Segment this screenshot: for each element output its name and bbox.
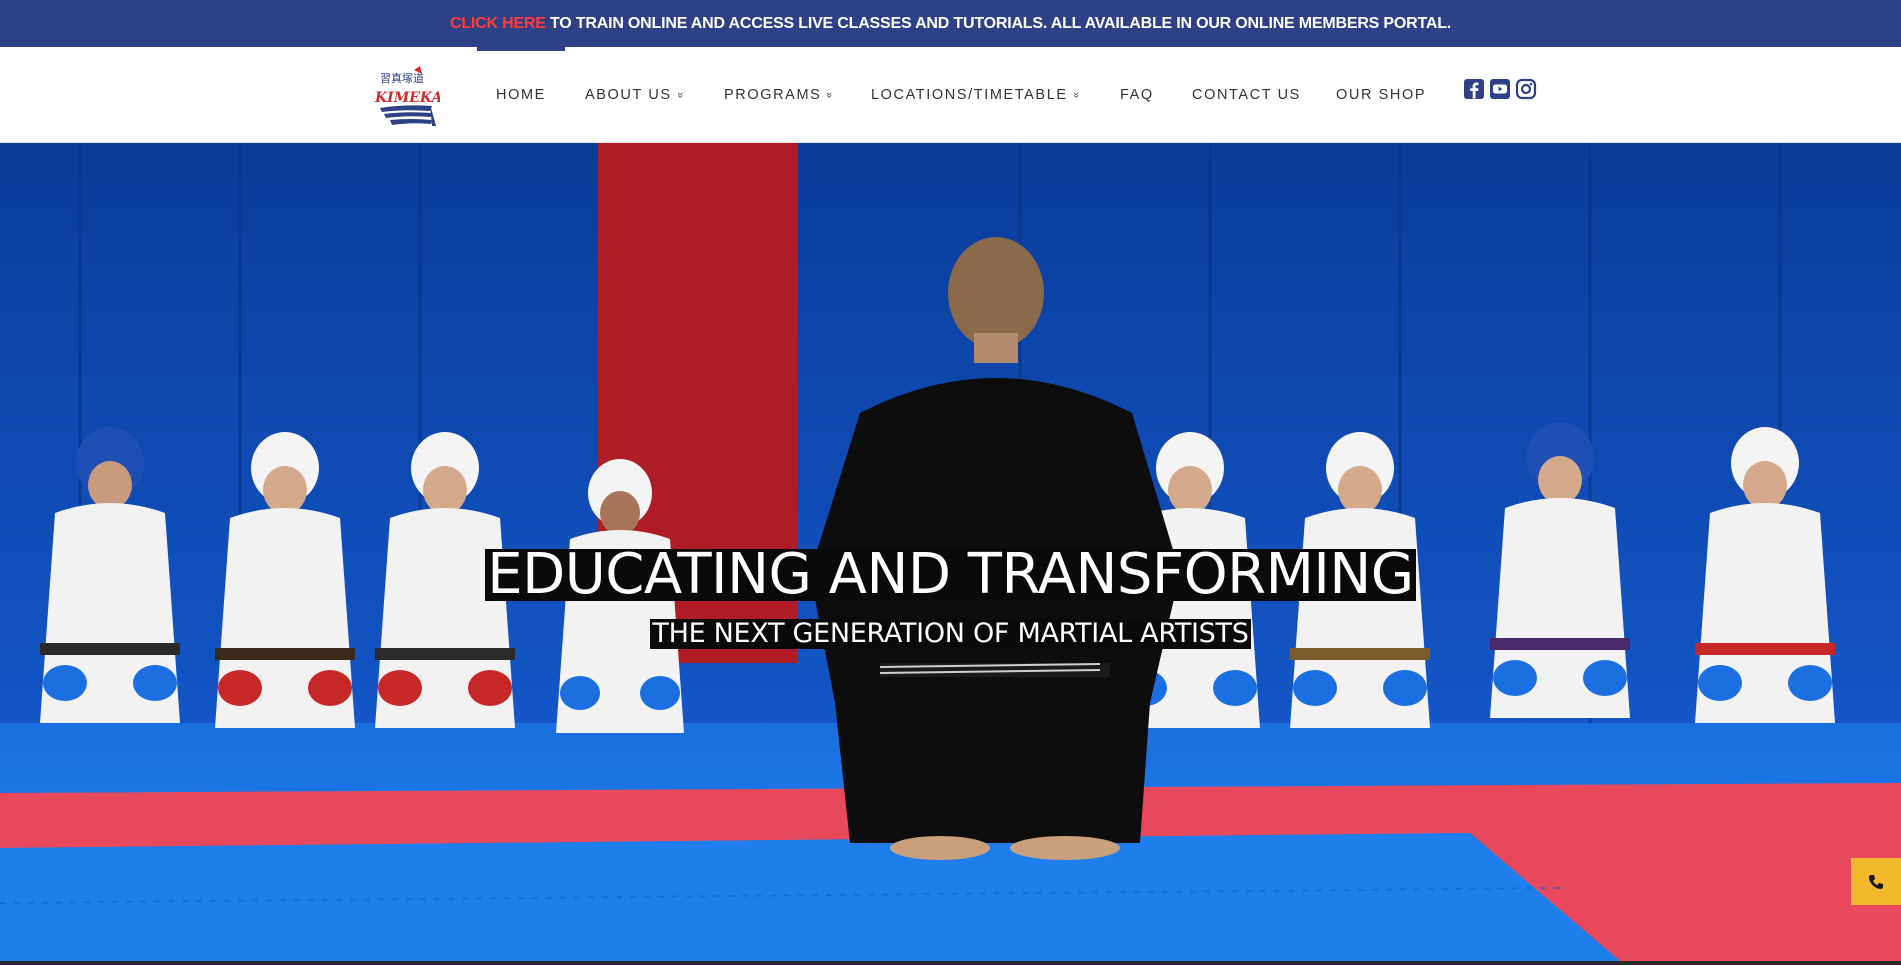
nav-item-label: CONTACT US [1192, 87, 1301, 103]
instagram-icon[interactable] [1515, 78, 1537, 100]
nav-menu: HOME ABOUT US » PROGRAMS » LOCATIONS/TIM… [0, 47, 1901, 143]
nav-item-about-us[interactable]: ABOUT US » [585, 47, 686, 143]
nav-item-faq[interactable]: FAQ [1120, 47, 1154, 143]
hero-title-container: EDUCATING AND TRANSFORMING [0, 542, 1901, 607]
facebook-icon[interactable] [1463, 78, 1485, 100]
main-navbar: 習真塚道 KIMEKAI HOME ABOUT US » PROGRAMS » … [0, 47, 1901, 143]
nav-item-label: OUR SHOP [1336, 87, 1427, 103]
hero-title: EDUCATING AND TRANSFORMING [485, 542, 1416, 607]
youtube-icon[interactable] [1489, 78, 1511, 100]
call-button[interactable] [1851, 858, 1901, 905]
phone-icon [1869, 874, 1883, 889]
chevron-down-icon: » [1069, 91, 1082, 99]
chevron-down-icon: » [673, 91, 686, 99]
nav-item-locations-timetable[interactable]: LOCATIONS/TIMETABLE » [871, 47, 1082, 143]
click-here-link[interactable]: CLICK HERE [450, 15, 546, 32]
nav-item-label: LOCATIONS/TIMETABLE [871, 87, 1068, 103]
nav-item-label: PROGRAMS [724, 87, 822, 103]
hero-subtitle: THE NEXT GENERATION OF MARTIAL ARTISTS [650, 618, 1251, 649]
social-links [1463, 78, 1537, 100]
nav-item-our-shop[interactable]: OUR SHOP [1336, 47, 1426, 143]
nav-item-label: ABOUT US [585, 87, 672, 103]
nav-item-programs[interactable]: PROGRAMS » [724, 47, 836, 143]
nav-item-label: FAQ [1120, 87, 1154, 103]
announcement-message: TO TRAIN ONLINE AND ACCESS LIVE CLASSES … [545, 14, 1452, 32]
nav-item-contact-us[interactable]: CONTACT US [1192, 47, 1301, 143]
nav-item-home[interactable]: HOME [496, 47, 546, 143]
announcement-bar: CLICK HERE TO TRAIN ONLINE AND ACCESS LI… [0, 0, 1901, 47]
nav-item-label: HOME [496, 87, 546, 103]
hero-banner: EDUCATING AND TRANSFORMING THE NEXT GENE… [0, 143, 1901, 961]
hero-bottom-strip [0, 961, 1901, 965]
chevron-down-icon: » [823, 91, 836, 99]
hero-subtitle-container: THE NEXT GENERATION OF MARTIAL ARTISTS [0, 619, 1901, 649]
announcement-text: CLICK HERE TO TRAIN ONLINE AND ACCESS LI… [450, 15, 1451, 33]
